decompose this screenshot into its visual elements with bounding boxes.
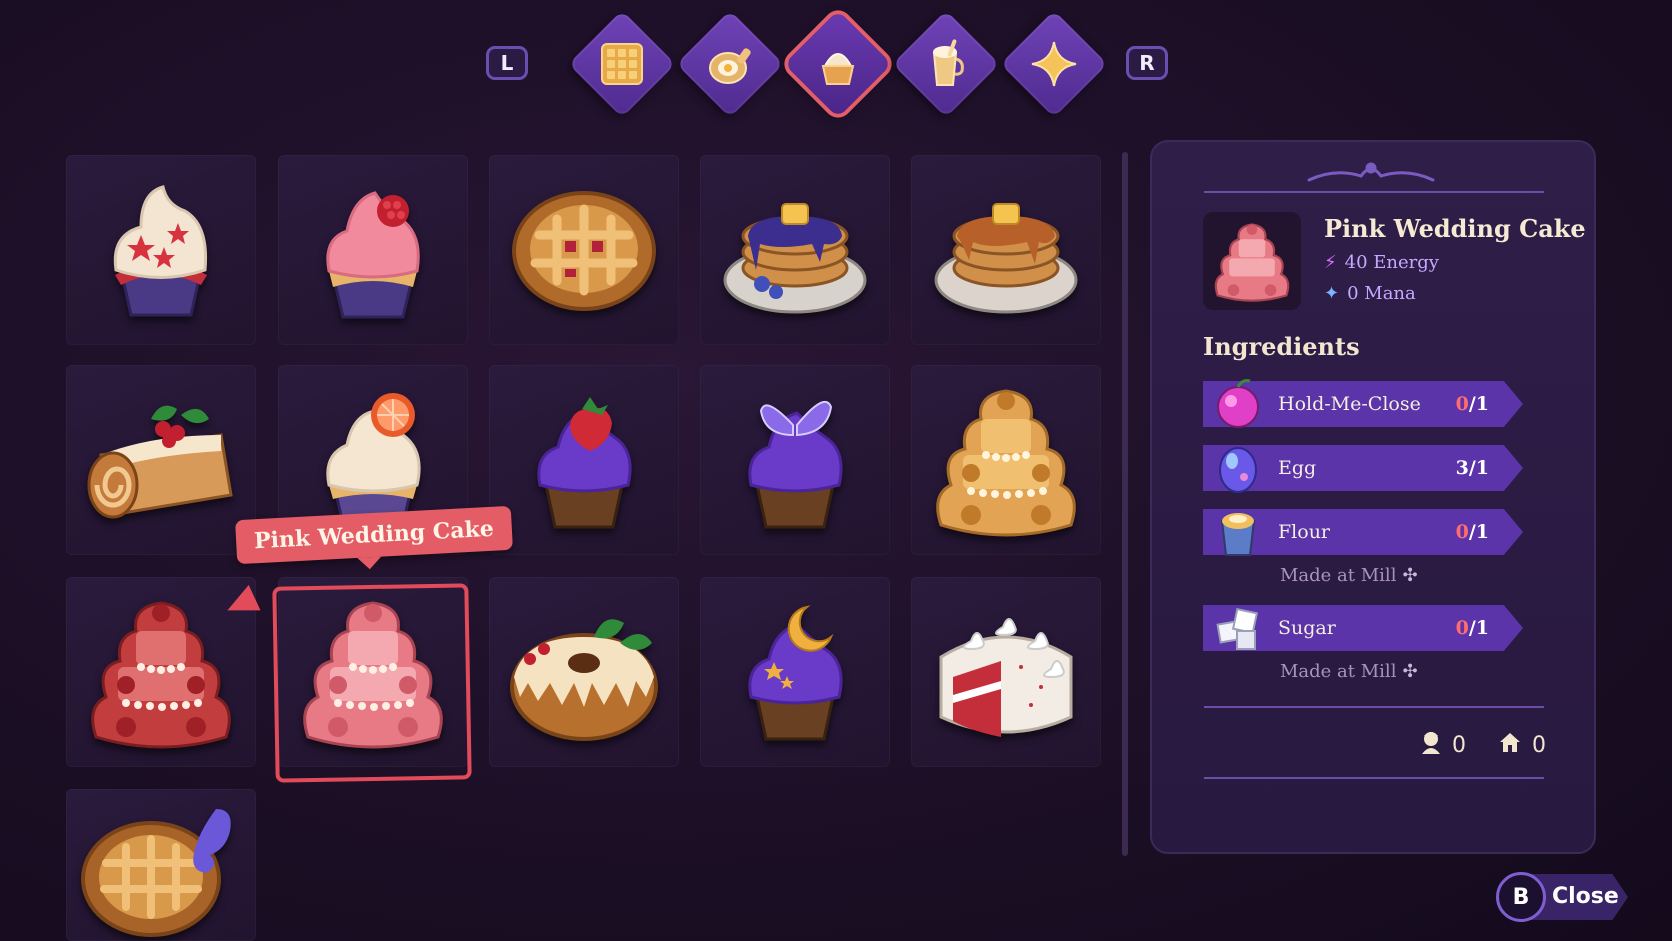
ingredients-heading: Ingredients bbox=[1203, 332, 1360, 361]
cupcake-icon bbox=[815, 40, 861, 88]
sparkle-icon bbox=[1030, 40, 1078, 88]
ingredient-count: 0/1 bbox=[1455, 393, 1489, 415]
ingredient-count: 3/1 bbox=[1455, 457, 1489, 479]
ingredient-name: Egg bbox=[1278, 457, 1317, 479]
house-icon bbox=[1498, 730, 1522, 760]
recipe-raspberry-cupcake[interactable] bbox=[278, 155, 468, 345]
r-shoulder-button[interactable]: R bbox=[1126, 46, 1168, 80]
ingredient-count: 0/1 bbox=[1455, 521, 1489, 543]
windmill-icon: ✣ bbox=[1402, 565, 1418, 586]
energy-label: 40 Energy bbox=[1344, 252, 1439, 273]
recipe-red-velvet-cake[interactable] bbox=[911, 577, 1101, 767]
villager-icon bbox=[1420, 730, 1442, 760]
tab-pan[interactable] bbox=[676, 10, 784, 118]
ingredient-count: 0/1 bbox=[1455, 617, 1489, 639]
energy-stat: ⚡ 40 Energy bbox=[1324, 252, 1439, 273]
tab-cupcake[interactable] bbox=[784, 10, 892, 118]
egg-icon bbox=[1213, 443, 1263, 493]
recipe-berry-pie[interactable] bbox=[66, 789, 256, 941]
recipe-blueberry-pancakes[interactable] bbox=[700, 155, 890, 345]
made-at-label: Made at Mill bbox=[1280, 565, 1397, 586]
recipe-tooltip: Pink Wedding Cake bbox=[235, 505, 513, 565]
ornament-flourish bbox=[1307, 162, 1435, 182]
made-at-label: Made at Mill bbox=[1280, 661, 1397, 682]
drink-icon bbox=[924, 39, 968, 89]
selection-frame bbox=[272, 583, 472, 783]
mana-stat: ✦ 0 Mana bbox=[1324, 283, 1416, 304]
l-shoulder-button[interactable]: L bbox=[486, 46, 528, 80]
recipe-thumbnail bbox=[1203, 212, 1301, 310]
divider-bottom bbox=[1204, 777, 1544, 779]
flour-source: Made at Mill ✣ bbox=[1280, 565, 1418, 586]
tab-sparkle[interactable] bbox=[1000, 10, 1108, 118]
recipe-holly-log-cake[interactable] bbox=[66, 365, 256, 555]
mana-label: 0 Mana bbox=[1347, 283, 1416, 304]
divider-top bbox=[1204, 191, 1544, 193]
tab-drink[interactable] bbox=[892, 10, 1000, 118]
recipe-strawberry-purple-cupcake[interactable] bbox=[489, 365, 679, 555]
grid-scrollbar[interactable] bbox=[1122, 152, 1128, 856]
house-count: 0 bbox=[1532, 732, 1546, 758]
pan-icon bbox=[706, 40, 754, 88]
apple-icon bbox=[1213, 379, 1263, 429]
recipe-syrup-pancakes[interactable] bbox=[911, 155, 1101, 345]
tab-waffle[interactable] bbox=[568, 10, 676, 118]
resource-counters: 0 0 bbox=[1420, 730, 1546, 760]
ingredient-name: Flour bbox=[1278, 521, 1331, 543]
ingredient-name: Hold-Me-Close bbox=[1278, 393, 1421, 415]
mana-star-icon: ✦ bbox=[1324, 283, 1340, 304]
recipe-title: Pink Wedding Cake bbox=[1324, 214, 1586, 243]
recipe-moon-cupcake[interactable] bbox=[700, 577, 890, 767]
b-button-icon[interactable]: B bbox=[1496, 872, 1546, 922]
flour-icon bbox=[1213, 507, 1263, 557]
waffle-icon bbox=[599, 41, 645, 87]
recipe-lattice-pie[interactable] bbox=[489, 155, 679, 345]
villager-count: 0 bbox=[1452, 732, 1466, 758]
windmill-icon: ✣ bbox=[1402, 661, 1418, 682]
ingredient-name: Sugar bbox=[1278, 617, 1336, 639]
recipe-golden-wedding-cake[interactable] bbox=[911, 365, 1101, 555]
sugar-icon bbox=[1213, 603, 1263, 653]
lightning-icon: ⚡ bbox=[1324, 252, 1337, 273]
recipe-butterfly-cupcake[interactable] bbox=[700, 365, 890, 555]
sugar-source: Made at Mill ✣ bbox=[1280, 661, 1418, 682]
close-label[interactable]: Close bbox=[1552, 884, 1619, 909]
recipe-bundt-cake[interactable] bbox=[489, 577, 679, 767]
divider-middle bbox=[1204, 706, 1544, 708]
recipe-star-cupcake[interactable] bbox=[66, 155, 256, 345]
